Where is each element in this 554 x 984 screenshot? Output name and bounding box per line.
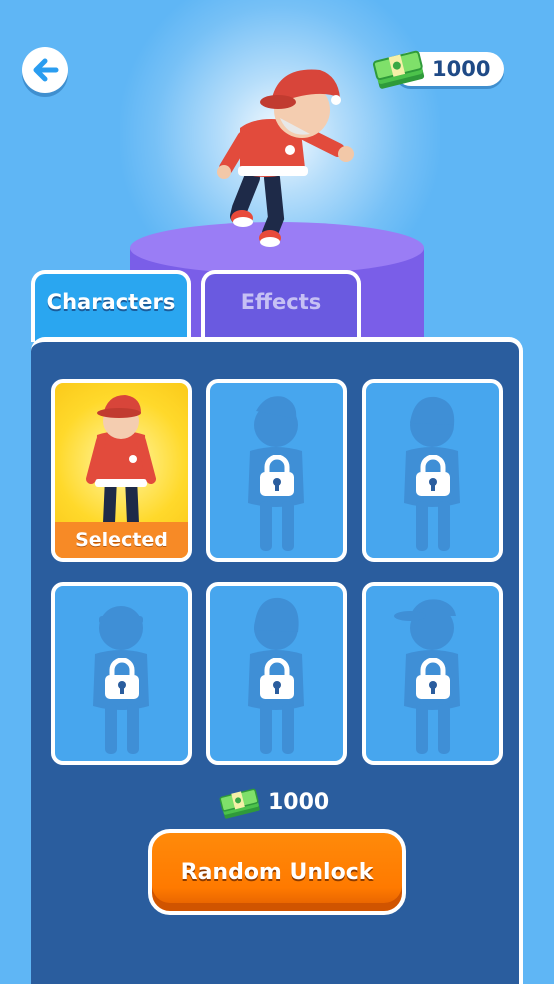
unlock-cost-amount: 1000: [268, 790, 330, 815]
lock-icon: [415, 658, 450, 699]
lock-icon: [104, 658, 139, 699]
character-card-locked[interactable]: [51, 582, 192, 765]
character-card-locked[interactable]: [362, 379, 503, 562]
selected-label: Selected: [55, 522, 188, 558]
tab-effects-label: Effects: [240, 290, 322, 314]
random-unlock-button[interactable]: Random Unlock: [148, 829, 406, 915]
character-card-locked[interactable]: [206, 582, 347, 765]
unlock-cost: 1000: [218, 787, 348, 821]
lock-icon: [259, 658, 294, 699]
random-unlock-label: Random Unlock: [180, 859, 374, 885]
character-thumbnail: [86, 395, 156, 523]
tab-effects[interactable]: Effects: [201, 270, 361, 342]
character-preview: [217, 69, 354, 247]
currency-display: 1000: [370, 50, 504, 89]
back-button[interactable]: [22, 47, 68, 93]
tab-characters-label: Characters: [46, 290, 176, 314]
currency-amount: 1000: [432, 57, 491, 81]
lock-icon: [259, 455, 294, 496]
cash-stack-icon: [219, 788, 260, 819]
character-card-locked[interactable]: [206, 379, 347, 562]
character-card-locked[interactable]: [362, 582, 503, 765]
character-card-selected[interactable]: Selected: [51, 379, 192, 562]
cash-stack-icon: [372, 50, 425, 89]
lock-icon: [415, 455, 450, 496]
arrow-left-icon: [33, 58, 59, 82]
tab-characters[interactable]: Characters: [31, 270, 191, 342]
